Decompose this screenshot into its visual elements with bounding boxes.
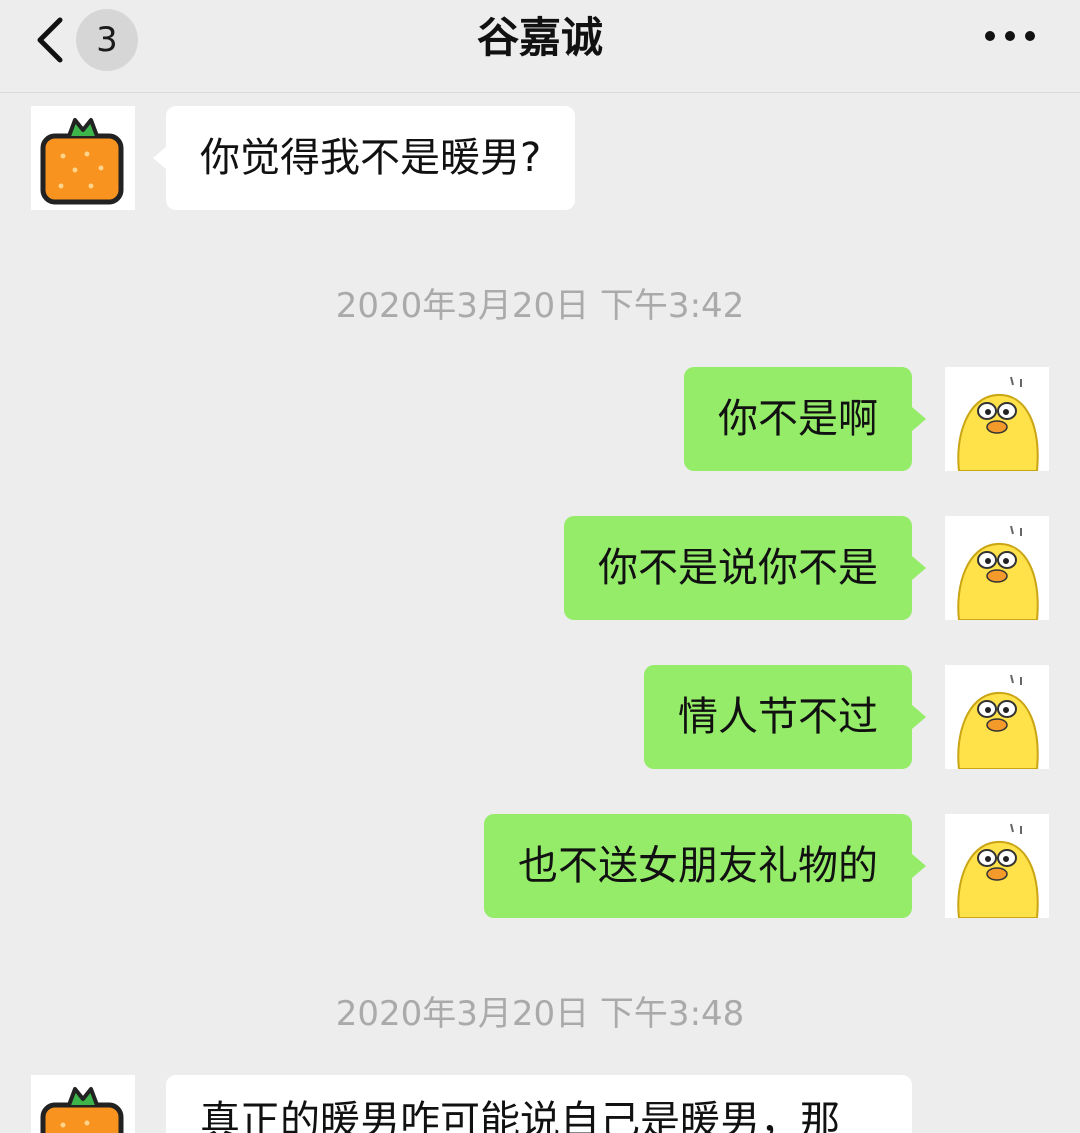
duck-avatar-icon[interactable]: [945, 367, 1049, 471]
bubble-tail: [912, 705, 926, 729]
chat-header: 3 谷嘉诚: [0, 0, 1080, 93]
chat-title: 谷嘉诚: [476, 13, 603, 62]
incoming-message[interactable]: 你觉得我不是暖男?: [166, 106, 576, 210]
message-timestamp: 2020年3月20日 下午3:48: [335, 994, 745, 1034]
outgoing-message[interactable]: 你不是啊: [684, 367, 912, 471]
outgoing-message[interactable]: 也不送女朋友礼物的: [484, 814, 912, 918]
bubble-tail: [153, 146, 167, 170]
bubble-tail: [912, 556, 926, 580]
bubble-tail: [912, 854, 926, 878]
bubble-tail: [912, 407, 926, 431]
orange-avatar-icon[interactable]: [31, 106, 135, 210]
duck-avatar-icon[interactable]: [945, 814, 1049, 918]
chat-screen: 3 谷嘉诚 你觉得我不是暖男? 2020年3月20日 下午3:42 你不是啊 你…: [0, 0, 1080, 1133]
duck-avatar-icon[interactable]: [945, 516, 1049, 620]
orange-avatar-icon[interactable]: [31, 1075, 135, 1133]
ellipsis-icon[interactable]: [980, 20, 1040, 52]
duck-avatar-icon[interactable]: [945, 665, 1049, 769]
incoming-message[interactable]: 真正的暖男咋可能说自己是暖男，那: [166, 1075, 912, 1133]
outgoing-message[interactable]: 情人节不过: [644, 665, 912, 769]
message-timestamp: 2020年3月20日 下午3:42: [335, 286, 745, 326]
outgoing-message[interactable]: 你不是说你不是: [564, 516, 912, 620]
